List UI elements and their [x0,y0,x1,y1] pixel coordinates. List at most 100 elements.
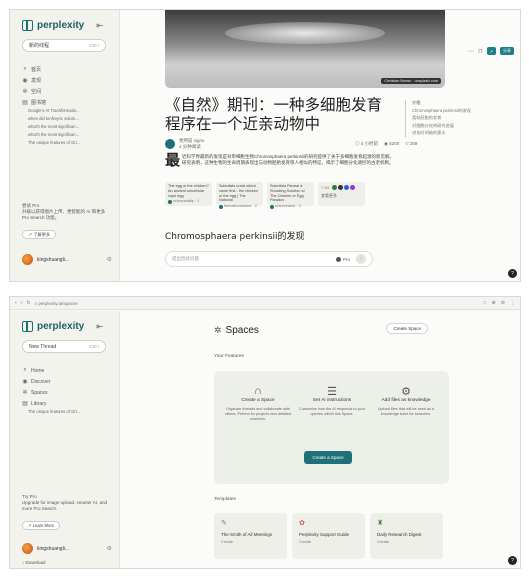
new-thread-button[interactable]: New Thread Ctrl I [22,340,106,353]
follow-up-input[interactable]: 提出后续问题 Pro ↑ [165,251,373,267]
table-of-contents: 介绍 Chromosphaera perkinsii的发现 类似胚胎的发育 对细… [405,100,510,138]
link-button[interactable]: ↗ [486,47,496,55]
gear-icon[interactable]: ⚙ [107,545,112,552]
sidebar-item-discover[interactable]: ◉ Discover [22,376,114,387]
sidebar-item-discover[interactable]: ◉ 发现 [22,75,114,86]
template-card[interactable]: ✎ The Smith of All Meetings Create [214,513,287,559]
new-thread-label: 新的线程 [29,43,50,49]
feature-title: Create a Space [241,398,275,403]
library-thread-link[interactable]: when did tenhoyric volum... [22,116,114,124]
sidebar-item-library[interactable]: ▤ 图书馆 [22,97,114,108]
pencil-icon: ✎ [221,520,227,527]
user-profile[interactable]: kingshuangli... ⚙ [22,543,112,554]
sidebar-item-label: 空间 [31,89,42,95]
help-button[interactable]: ? [508,556,517,565]
collapse-sidebar-icon[interactable]: ⇤ [96,21,103,30]
avatar [22,543,33,554]
sidebar-item-library[interactable]: ▤ Library [22,398,114,409]
create-a-space-button[interactable]: Create a Space [304,451,352,464]
source-card[interactable]: Scientists Reveal a Shocking Solution to… [267,182,314,209]
sidebar-item-home[interactable]: ⌕ Home [22,365,114,376]
logo[interactable]: perplexity ⇤ [22,321,103,332]
new-thread-shortcut: Ctrl I [89,43,100,48]
star-icon[interactable]: ☆ [482,300,486,306]
sidebar-item-home[interactable]: ⌕ 首页 [22,64,114,75]
pro-toggle[interactable]: Pro [335,256,350,262]
favicon-icon [337,185,343,190]
spaces-icon: ✲ [22,89,28,95]
library-thread-link[interactable]: The unique features of Ori... [22,409,114,417]
source-domain: thenationalnews · 2 [224,204,257,209]
learn-more-button[interactable]: ↗ Learn More [22,521,61,530]
template-card[interactable]: ✿ Perplexity Support Guide Create [292,513,365,559]
feature-desc: Organize threads and collaborate with ot… [224,407,292,421]
brand-name: perplexity [37,20,85,31]
author-avatar [165,139,175,149]
source-card[interactable]: Scientists crack which came first - the … [216,182,263,209]
article-paragraph: 最 近科学界最新的发现是对单细胞生物Chromosphaera perkinsi… [165,153,397,168]
feature-item: ⚙ Add files as knowledge Upload files th… [370,385,442,417]
toc-item[interactable]: Chromosphaera perkinsii的发现 [412,108,510,116]
article-toolbar: ⋯ ⊓ ↗ 分享 [468,47,514,55]
spaces-icon: ✲ [22,390,28,396]
sidebar-item-label: Discover [31,378,51,385]
sidebar-nav: ⌕ Home ◉ Discover ✲ Spaces ▤ Library The… [22,365,114,417]
create-space-button[interactable]: Create Space [386,323,428,334]
pro-label: Pro [342,256,350,262]
magnet-icon: ∩ [254,385,262,397]
download-link[interactable]: ↓ Download [22,560,110,566]
paragraph-text: 近科学界最新的发现是对单细胞生物Chromosphaera perkinsii的… [182,154,395,166]
more-sources-label: 查看更多 [321,193,337,198]
address-bar[interactable]: ≡ perplexity.ai/spaces [35,301,479,306]
template-name: The Smith of All Meetings [221,532,273,537]
library-thread-link[interactable]: Google's AI Transformatio... [22,108,114,116]
template-sub: Create [221,539,234,544]
template-name: Daily Research Digest [377,532,422,537]
send-button[interactable]: ↑ [356,254,366,264]
more-sources-card[interactable]: + 24 查看更多 [318,182,365,206]
sidebar-item-spaces[interactable]: ✲ 空间 [22,86,114,97]
template-card[interactable]: ♜ Daily Research Digest Create [370,513,443,559]
sidebar-item-spaces[interactable]: ✲ Spaces [22,387,114,398]
share-button[interactable]: 分享 [500,47,514,55]
bookmark-icon[interactable]: ⊓ [478,48,483,55]
learn-more-button[interactable]: ↗ 了解更多 [22,230,57,239]
library-thread-link[interactable]: what's the most significan... [22,132,114,140]
profile-icon[interactable]: ⊘ [501,300,505,306]
article-view: Christian Brown · unsplash.com ⋯ ⊓ ↗ 分享 … [120,10,520,281]
logo[interactable]: perplexity ⇤ [22,20,103,31]
user-profile[interactable]: kingshuangli... ⚙ [22,254,112,265]
toc-item[interactable]: 对细胞分化的研究进展 [412,123,510,131]
author-sub: 4 分钟阅读 [179,144,201,149]
help-button[interactable]: ? [508,269,517,278]
back-icon[interactable]: ‹ [15,300,17,306]
extension-icon[interactable]: ⊕ [492,300,496,306]
source-favicon-icon [168,199,172,204]
reload-icon[interactable]: ↻ [26,300,30,306]
try-pro-text: 尝试 Pro 升级以获得图片上传、更智能的 AI 和更多 Pro Search … [22,203,106,221]
source-domain: sciencedaily · 1 [173,199,200,204]
library-icon: ▤ [22,401,28,407]
menu-icon[interactable]: ⋮ [510,300,515,306]
browser-toolbar: ‹ › ↻ ≡ perplexity.ai/spaces ☆ ⊕ ⊘ ⋮ [10,297,520,310]
forward-icon[interactable]: › [21,300,23,306]
sidebar-item-label: 发现 [31,78,42,84]
sidebar-item-label: Library [31,400,47,407]
collapse-sidebar-icon[interactable]: ⇤ [96,322,103,331]
discover-icon: ◉ [22,379,28,385]
library-thread-link[interactable]: The unique features of Ori... [22,140,114,148]
library-thread-link[interactable]: what's the most significan... [22,124,114,132]
favicon-icon [331,185,337,190]
gear-icon[interactable]: ⚙ [107,256,112,263]
new-thread-button[interactable]: 新的线程 Ctrl I [22,39,106,52]
more-icon[interactable]: ⋯ [468,48,474,55]
featured-panel: ∩ Create a Space Organize threads and co… [214,371,449,484]
toc-item[interactable]: 进化时间轴的意义 [412,130,510,138]
home-icon: ⌕ [23,367,27,373]
templates-label: Templates [214,497,236,502]
library-icon: ▤ [22,100,28,106]
toc-item[interactable]: 类似胚胎的发育 [412,115,510,123]
article-title: 《自然》期刊：一种多细胞发育程序在一个近亲动物中 [165,96,383,133]
source-card[interactable]: The egg or the chicken? An ancient unice… [165,182,212,206]
toc-item[interactable]: 介绍 [412,100,510,108]
